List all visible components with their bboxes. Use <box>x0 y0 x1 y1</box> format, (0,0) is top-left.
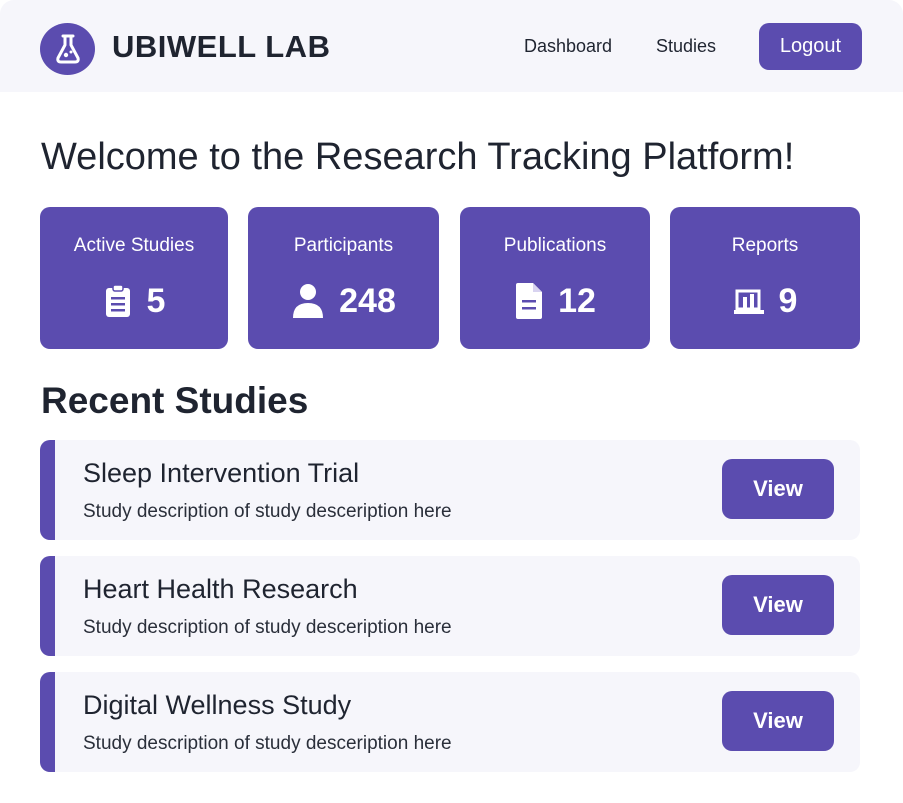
recent-studies-heading: Recent Studies <box>41 380 309 421</box>
stat-label: Active Studies <box>73 235 195 256</box>
stat-label: Reports <box>731 235 799 256</box>
study-accent-bar <box>40 672 55 772</box>
stat-value: 5 <box>146 282 166 320</box>
report-icon <box>733 282 765 320</box>
study-accent-bar <box>40 440 55 540</box>
user-icon <box>291 282 325 320</box>
study-title: Digital Wellness Study <box>83 690 352 720</box>
clipboard-icon <box>103 282 133 320</box>
stat-card-participants: Participants 248 <box>248 207 439 349</box>
stat-value: 248 <box>339 282 396 320</box>
brand-name: UBIWELL LAB <box>112 29 331 64</box>
flask-icon <box>40 23 95 75</box>
view-study-button[interactable]: View <box>722 691 834 751</box>
stat-card-reports: Reports 9 <box>670 207 860 349</box>
document-icon <box>514 282 544 320</box>
stat-label: Participants <box>293 235 394 256</box>
study-card: Digital Wellness Study Study description… <box>40 672 860 772</box>
view-study-button[interactable]: View <box>722 459 834 519</box>
nav-studies-link[interactable]: Studies <box>656 33 716 59</box>
study-description: Study description of study desceription … <box>83 617 452 638</box>
view-study-button[interactable]: View <box>722 575 834 635</box>
stat-card-publications: Publications 12 <box>460 207 650 349</box>
study-accent-bar <box>40 556 55 656</box>
study-description: Study description of study desceription … <box>83 733 452 754</box>
stat-card-active-studies: Active Studies 5 <box>40 207 228 349</box>
top-navbar: UBIWELL LAB Dashboard Studies Logout <box>0 0 903 92</box>
dashboard-page: UBIWELL LAB Dashboard Studies Logout Wel… <box>0 0 903 803</box>
study-description: Study description of study desceription … <box>83 501 452 522</box>
study-title: Heart Health Research <box>83 574 358 604</box>
logout-button[interactable]: Logout <box>759 23 862 70</box>
study-card: Sleep Intervention Trial Study descripti… <box>40 440 860 540</box>
nav-dashboard-link[interactable]: Dashboard <box>524 33 612 59</box>
stat-value: 12 <box>558 282 596 320</box>
study-card: Heart Health Research Study description … <box>40 556 860 656</box>
stat-label: Publications <box>503 235 607 256</box>
study-title: Sleep Intervention Trial <box>83 458 360 488</box>
page-title: Welcome to the Research Tracking Platfor… <box>41 136 795 178</box>
stat-value: 9 <box>778 282 798 320</box>
